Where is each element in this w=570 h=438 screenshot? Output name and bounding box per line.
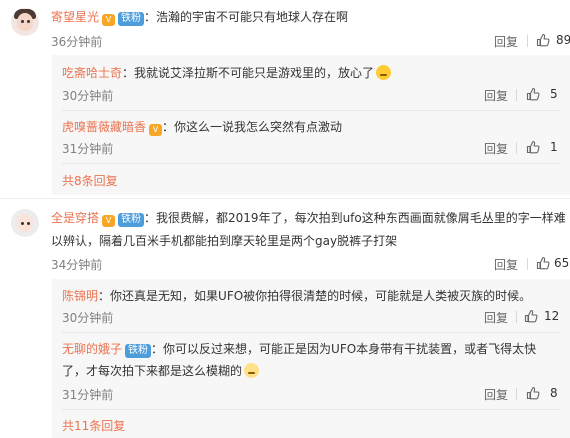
comment-username[interactable]: 全是穿搭 bbox=[51, 211, 99, 225]
reply-username[interactable]: 无聊的娥子 bbox=[62, 342, 122, 356]
comment-username[interactable]: 寄望星光 bbox=[51, 10, 99, 24]
fan-badge[interactable]: 铁粉 bbox=[118, 213, 145, 227]
thumbs-up-icon[interactable] bbox=[536, 33, 550, 47]
crown-icon: V bbox=[102, 215, 116, 227]
reply-time: 30分钟前 bbox=[62, 89, 114, 103]
like-count: 89 bbox=[556, 33, 570, 47]
thumbs-up-icon[interactable] bbox=[536, 256, 550, 270]
reply-item: 吃斋哈士奇：我就说艾泽拉斯不可能只是游戏里的，放心了 bbox=[62, 64, 392, 82]
like-count: 1 bbox=[550, 140, 558, 154]
reply-button[interactable]: 回复 bbox=[484, 386, 508, 403]
more-replies-link[interactable]: 共8条回复 bbox=[62, 172, 118, 189]
comment-text-line2: 以辨认，隔着几百米手机都能拍到摩天轮里是两个gay脱裤子打架 bbox=[51, 234, 398, 248]
like-count: 5 bbox=[550, 87, 558, 101]
reply-button[interactable]: 回复 bbox=[484, 309, 508, 326]
reply-time: 31分钟前 bbox=[62, 142, 114, 156]
reply-item: 虎嗅蔷薇藏暗香 V ：你这么一说我怎么突然有点激动 bbox=[62, 120, 343, 136]
reply-username[interactable]: 陈锦明 bbox=[62, 289, 98, 303]
smile-emoji-icon bbox=[376, 65, 392, 80]
thumbs-up-icon[interactable] bbox=[526, 87, 540, 101]
reply-username[interactable]: 虎嗅蔷薇藏暗香 bbox=[62, 120, 146, 134]
reply-text-line1: 你可以反过来想，可能正是因为UFO本身带有干扰装置，或者飞得太快 bbox=[163, 342, 537, 356]
reply-item: 无聊的娥子 铁粉 ：你可以反过来想，可能正是因为UFO本身带有干扰装置，或者飞得太快 bbox=[62, 342, 537, 358]
reply-time: 31分钟前 bbox=[62, 388, 114, 402]
crown-icon: V bbox=[149, 124, 163, 136]
reply-item: 陈锦明：你还真是无知，如果UFO被你拍得很清楚的时候，可能就是人类被灭族的时候。 bbox=[62, 289, 532, 303]
comment-time: 36分钟前 bbox=[51, 35, 103, 49]
avatar[interactable] bbox=[11, 8, 39, 36]
like-count: 8 bbox=[550, 386, 558, 400]
comment-time: 34分钟前 bbox=[51, 258, 103, 272]
comment-text: 浩瀚的宇宙不可能只有地球人存在啊 bbox=[156, 10, 349, 24]
reply-button[interactable]: 回复 bbox=[494, 256, 518, 273]
like-count: 12 bbox=[544, 309, 560, 323]
reply-text: 你这么一说我怎么突然有点激动 bbox=[174, 120, 343, 134]
reply-button[interactable]: 回复 bbox=[484, 140, 508, 157]
like-count: 65 bbox=[554, 256, 570, 270]
avatar[interactable] bbox=[11, 209, 39, 237]
fan-badge[interactable]: 铁粉 bbox=[125, 344, 152, 358]
thumbs-up-icon[interactable] bbox=[526, 386, 540, 400]
reply-time: 30分钟前 bbox=[62, 311, 114, 325]
thumbs-up-icon[interactable] bbox=[524, 309, 538, 323]
reply-text-line2: 了，才每次拍下来都是这么模糊的 bbox=[62, 364, 243, 378]
smile-emoji-icon bbox=[244, 363, 260, 378]
reply-text: 我就说艾泽拉斯不可能只是游戏里的，放心了 bbox=[134, 66, 375, 80]
fan-badge[interactable]: 铁粉 bbox=[118, 12, 145, 26]
thumbs-up-icon[interactable] bbox=[526, 140, 540, 154]
reply-username[interactable]: 吃斋哈士奇 bbox=[62, 66, 122, 80]
crown-icon: V bbox=[102, 14, 116, 26]
reply-text: 你还真是无知，如果UFO被你拍得很清楚的时候，可能就是人类被灭族的时候。 bbox=[110, 289, 532, 303]
comment-text-line1: 我很费解，都2019年了，每次拍到ufo这种东西画面就像屑毛丛里的字一样难 bbox=[156, 211, 566, 225]
reply-button[interactable]: 回复 bbox=[484, 87, 508, 104]
more-replies-link[interactable]: 共11条回复 bbox=[62, 417, 125, 434]
reply-button[interactable]: 回复 bbox=[494, 33, 518, 50]
